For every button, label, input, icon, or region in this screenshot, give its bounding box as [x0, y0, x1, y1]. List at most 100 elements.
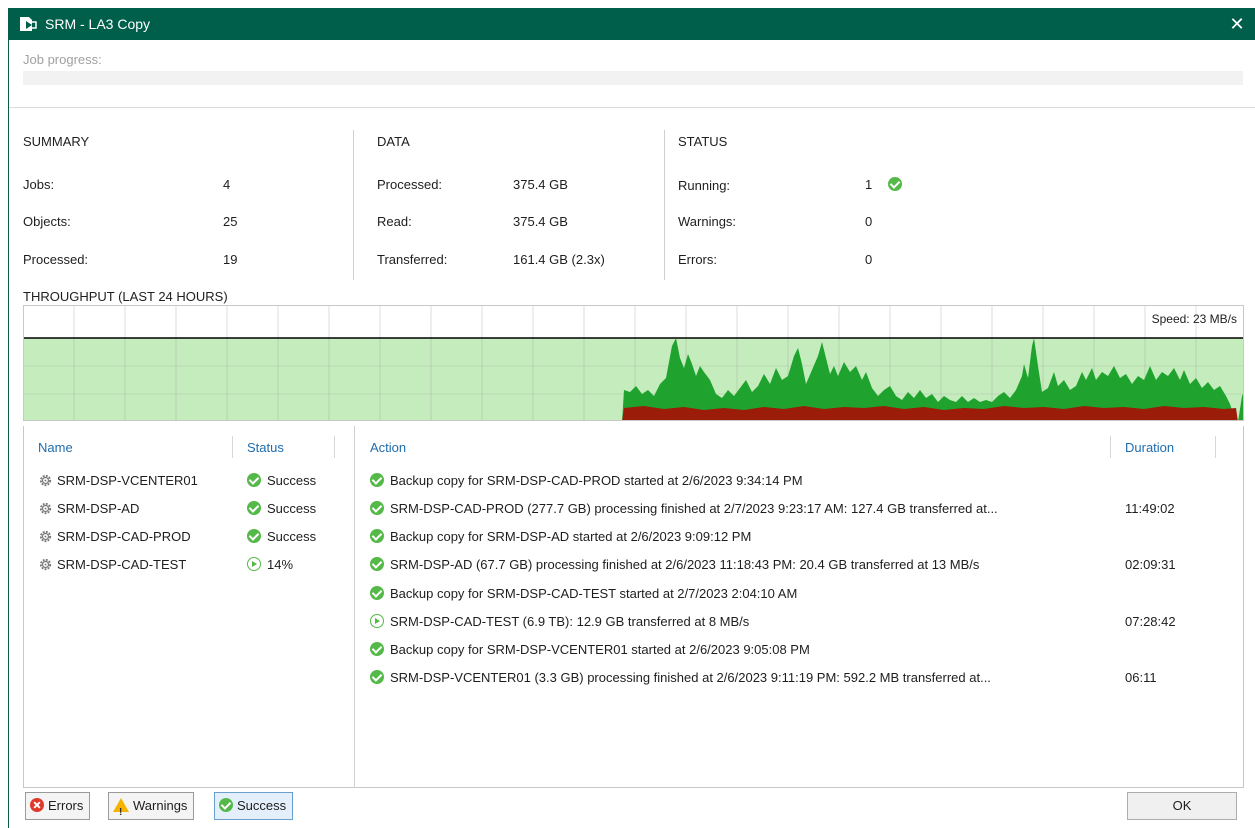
object-row[interactable]: SRM-DSP-AD: [38, 501, 139, 523]
warnings-filter-label: Warnings: [133, 798, 188, 813]
status-heading: STATUS: [678, 134, 728, 149]
close-icon[interactable]: ✕: [1226, 13, 1248, 35]
success-icon: [247, 529, 261, 543]
data-processed-label: Processed:: [377, 177, 443, 192]
object-row[interactable]: SRM-DSP-CAD-TEST: [38, 557, 186, 579]
job-progress-label: Job progress:: [23, 52, 102, 67]
column-divider[interactable]: [1215, 436, 1216, 458]
status-warnings-label: Warnings:: [678, 214, 737, 229]
summary-jobs-label: Jobs:: [23, 177, 55, 192]
errors-filter-label: Errors: [48, 798, 84, 813]
speed-label: Speed: 23 MB/s: [1151, 312, 1237, 326]
column-divider[interactable]: [334, 436, 335, 458]
running-icon: [370, 614, 384, 628]
action-text: SRM-DSP-VCENTER01 (3.3 GB) processing fi…: [390, 670, 991, 685]
window-title: SRM - LA3 Copy: [45, 16, 151, 32]
job-window: SRM - LA3 Copy ✕ Job progress: SUMMARY J…: [8, 8, 1255, 828]
summary-processed-label: Processed:: [23, 252, 89, 267]
action-text: Backup copy for SRM-DSP-AD started at 2/…: [390, 529, 752, 544]
object-status: 14%: [247, 557, 293, 579]
action-row[interactable]: SRM-DSP-CAD-TEST (6.9 TB): 12.9 GB trans…: [370, 614, 749, 636]
gear-icon: [39, 530, 52, 543]
gear-icon: [39, 558, 52, 571]
status-running-label: Running:: [678, 178, 731, 193]
summary-jobs-value: 4: [223, 177, 231, 192]
data-read-label: Read:: [377, 214, 412, 229]
object-status-text: 14%: [267, 557, 294, 572]
title-bar: SRM - LA3 Copy ✕: [9, 8, 1255, 40]
success-filter-label: Success: [237, 798, 287, 813]
gear-icon: [39, 502, 52, 515]
divider: [354, 426, 355, 788]
data-heading: DATA: [377, 134, 410, 149]
success-icon: [370, 501, 384, 515]
errors-filter-button[interactable]: Errors: [25, 792, 91, 820]
action-text: SRM-DSP-CAD-TEST (6.9 TB): 12.9 GB trans…: [390, 614, 750, 629]
column-divider[interactable]: [232, 436, 233, 458]
data-transferred-label: Transferred:: [377, 252, 448, 267]
column-header-duration[interactable]: Duration: [1125, 440, 1174, 455]
object-status-text: Success: [267, 529, 317, 544]
action-text: Backup copy for SRM-DSP-VCENTER01 starte…: [390, 642, 810, 657]
status-errors-label: Errors:: [678, 252, 717, 267]
action-duration: 02:09:31: [1125, 557, 1176, 572]
object-status-text: Success: [267, 473, 317, 488]
success-icon: [219, 798, 233, 812]
action-text: Backup copy for SRM-DSP-CAD-TEST started…: [390, 586, 798, 601]
sessions-panel: Name Status Action Duration SRM-DSP-VCEN…: [23, 426, 1244, 788]
object-name: SRM-DSP-VCENTER01: [57, 473, 198, 488]
column-header-status[interactable]: Status: [247, 440, 284, 455]
success-icon: [370, 642, 384, 656]
action-text: SRM-DSP-AD (67.7 GB) processing finished…: [390, 557, 980, 572]
success-icon: [370, 473, 384, 487]
object-row[interactable]: SRM-DSP-CAD-PROD: [38, 529, 191, 551]
data-read-value: 375.4 GB: [513, 214, 568, 229]
throughput-chart: Speed: 23 MB/s: [23, 305, 1244, 421]
job-progress-bar: [23, 71, 1243, 85]
status-warnings-value: 0: [865, 214, 873, 229]
throughput-heading: THROUGHPUT (LAST 24 HOURS): [23, 289, 228, 304]
action-row[interactable]: SRM-DSP-CAD-PROD (277.7 GB) processing f…: [370, 501, 998, 523]
success-icon: [887, 177, 902, 191]
object-status: Success: [247, 529, 316, 551]
object-status: Success: [247, 501, 316, 523]
divider: [664, 130, 665, 280]
success-filter-button[interactable]: Success: [214, 792, 294, 820]
warning-icon: [113, 798, 129, 826]
action-row[interactable]: Backup copy for SRM-DSP-CAD-PROD started…: [370, 473, 803, 495]
action-row[interactable]: Backup copy for SRM-DSP-AD started at 2/…: [370, 529, 751, 551]
success-icon: [370, 670, 384, 684]
action-row[interactable]: Backup copy for SRM-DSP-CAD-TEST started…: [370, 586, 797, 608]
summary-heading: SUMMARY: [23, 134, 90, 149]
action-row[interactable]: SRM-DSP-AD (67.7 GB) processing finished…: [370, 557, 979, 579]
object-name: SRM-DSP-CAD-PROD: [57, 529, 191, 544]
data-processed-value: 375.4 GB: [513, 177, 568, 192]
action-row[interactable]: Backup copy for SRM-DSP-VCENTER01 starte…: [370, 642, 810, 664]
success-icon: [370, 586, 384, 600]
backup-copy-icon: [20, 17, 37, 31]
success-icon: [247, 501, 261, 515]
success-icon: [247, 473, 261, 487]
action-text: SRM-DSP-CAD-PROD (277.7 GB) processing f…: [390, 501, 998, 516]
success-icon: [370, 529, 384, 543]
error-icon: [30, 798, 44, 812]
object-status-text: Success: [267, 501, 317, 516]
column-header-name[interactable]: Name: [38, 440, 73, 455]
object-status: Success: [247, 473, 316, 495]
warnings-filter-button[interactable]: Warnings: [108, 792, 195, 826]
divider: [353, 130, 354, 280]
summary-objects-value: 25: [223, 214, 238, 229]
column-divider[interactable]: [1110, 436, 1111, 458]
data-transferred-value: 161.4 GB (2.3x): [513, 252, 605, 267]
ok-button[interactable]: OK: [1127, 792, 1237, 820]
success-icon: [370, 557, 384, 571]
status-running-value: 1: [865, 177, 902, 192]
action-duration: 06:11: [1125, 670, 1157, 685]
object-row[interactable]: SRM-DSP-VCENTER01: [38, 473, 198, 495]
object-name: SRM-DSP-CAD-TEST: [57, 557, 187, 572]
status-running-count: 1: [865, 177, 873, 192]
action-text: Backup copy for SRM-DSP-CAD-PROD started…: [390, 473, 803, 488]
column-header-action[interactable]: Action: [370, 440, 406, 455]
summary-objects-label: Objects:: [23, 214, 71, 229]
action-row[interactable]: SRM-DSP-VCENTER01 (3.3 GB) processing fi…: [370, 670, 991, 692]
